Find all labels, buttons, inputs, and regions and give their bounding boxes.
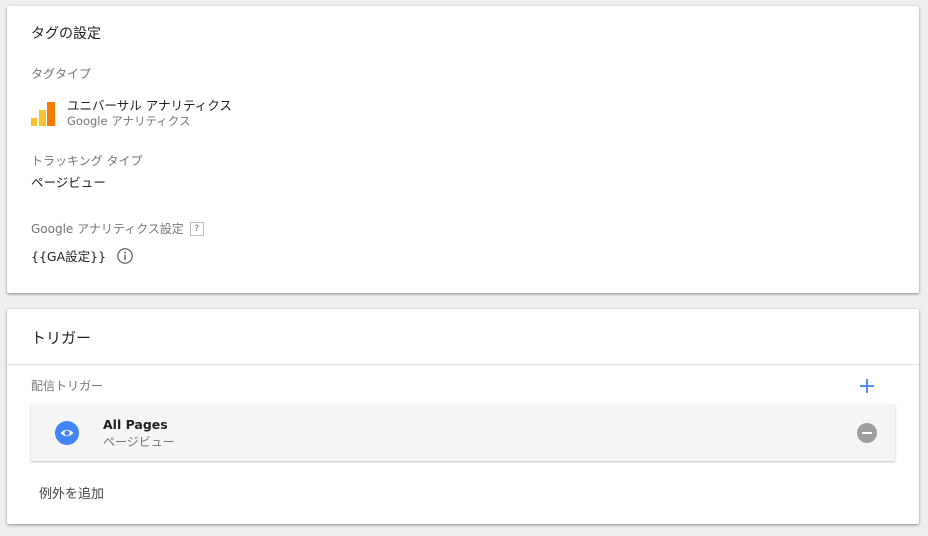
tag-config-title: タグの設定 [31,26,101,42]
trigger-name: All Pages [103,417,168,432]
tracking-type-value[interactable]: ページビュー [31,172,106,191]
ga-settings-label: Google アナリティクス設定? [31,220,204,237]
ga-logo-icon [31,101,55,126]
ga-settings-value[interactable]: {{GA設定}} [31,246,106,265]
triggers-divider [7,364,919,365]
trigger-item[interactable]: All Pages ページビュー [31,404,895,461]
tracking-type-label: トラッキング タイプ [31,154,143,168]
add-exception-link[interactable]: 例外を追加 [39,483,104,502]
triggers-card: トリガー 配信トリガー All Pages ページビュー 例外を追加 [7,309,919,524]
tag-type-label: タグタイプ [31,67,92,81]
ga-settings-row: {{GA設定}} [31,246,134,265]
help-icon[interactable]: ? [189,221,204,236]
tag-type-name: ユニバーサル アナリティクス [67,98,232,113]
tag-type-selector[interactable]: ユニバーサル アナリティクス Google アナリティクス [31,98,232,129]
trigger-type: ページビュー [103,435,175,449]
remove-icon[interactable] [857,423,877,443]
tag-type-sub: Google アナリティクス [67,114,191,128]
triggers-title: トリガー [31,329,92,347]
add-icon[interactable] [857,376,877,396]
ga-settings-label-text: Google アナリティクス設定 [31,222,184,236]
firing-triggers-label: 配信トリガー [31,379,104,393]
eye-icon [55,421,79,445]
tag-config-card: タグの設定 タグタイプ ユニバーサル アナリティクス Google アナリティク… [7,6,919,293]
info-icon[interactable] [116,247,134,265]
